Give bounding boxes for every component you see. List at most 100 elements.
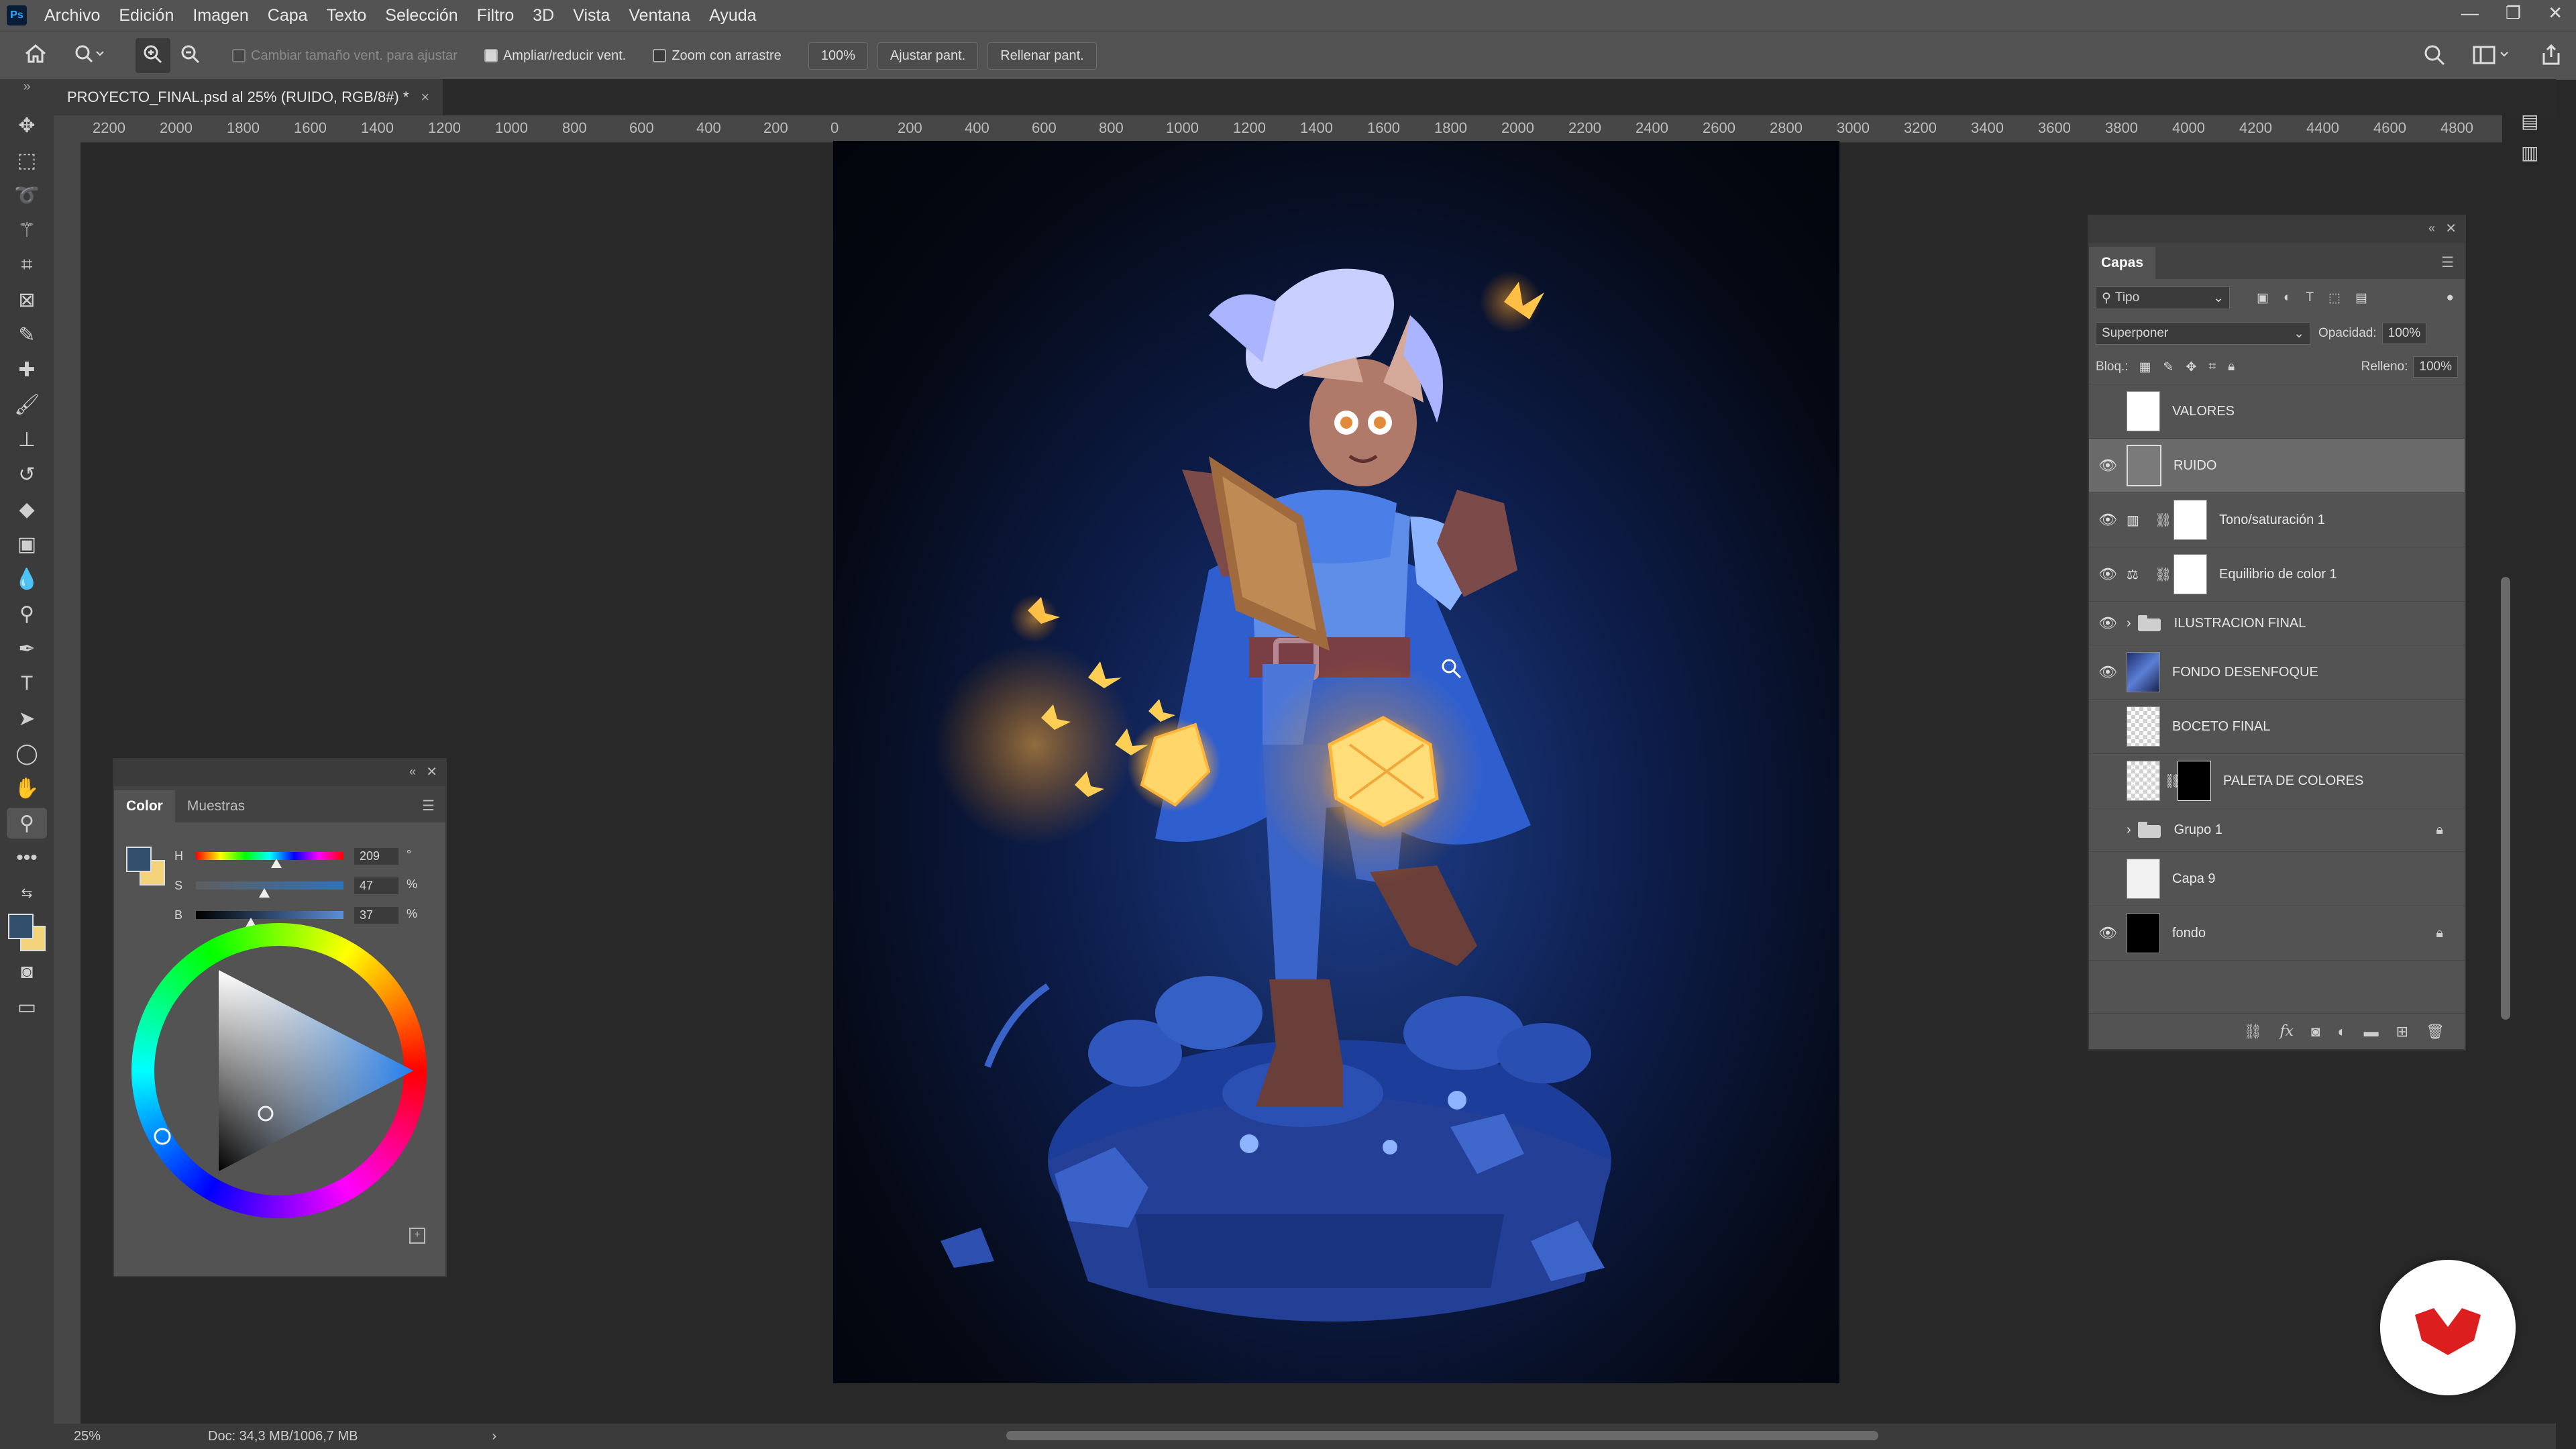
layer-boceto-final[interactable]: BOCETO FINAL [2089, 700, 2465, 754]
crop-tool-icon[interactable]: ⌗ [7, 250, 47, 280]
lock-position-icon[interactable]: ✥ [2186, 360, 2196, 375]
more-tools-icon[interactable]: ••• [7, 843, 47, 873]
filter-toggle-icon[interactable]: ● [2447, 290, 2454, 305]
eye-icon[interactable]: 👁︎ [2089, 566, 2127, 583]
brightness-slider[interactable] [196, 911, 343, 919]
color-triangle[interactable] [131, 923, 427, 1218]
new-adjustment-layer-icon[interactable]: ◐ [2337, 1023, 2346, 1040]
magic-wand-tool-icon[interactable]: ⚚ [7, 215, 47, 246]
delete-layer-icon[interactable]: 🗑︎ [2426, 1023, 2445, 1040]
foreground-color-swatch[interactable] [8, 914, 34, 939]
filter-smartobject-icon[interactable]: ▤ [2355, 290, 2367, 306]
close-panel-icon[interactable]: ✕ [426, 763, 437, 780]
menu-edicion[interactable]: Edición [109, 6, 183, 25]
close-window-button[interactable]: ✕ [2548, 3, 2563, 23]
chain-link-icon[interactable]: ⛓︎ [2164, 773, 2181, 790]
menu-imagen[interactable]: Imagen [183, 6, 258, 25]
opacity-field[interactable]: 100% [2381, 323, 2427, 344]
healing-brush-tool-icon[interactable]: ✚ [7, 354, 47, 385]
document-tab[interactable]: PROYECTO_FINAL.psd al 25% (RUIDO, RGB/8#… [54, 79, 443, 115]
chain-link-icon[interactable]: ⛓︎ [2155, 512, 2171, 529]
marquee-tool-icon[interactable]: ⬚ [7, 145, 47, 176]
panel-menu-icon[interactable]: ☰ [2441, 254, 2454, 271]
color-wheel[interactable] [131, 923, 427, 1218]
tab-swatches[interactable]: Muestras [175, 790, 257, 822]
add-swatch-icon[interactable]: + [409, 1228, 425, 1244]
layer-valores[interactable]: VALORES [2089, 384, 2465, 439]
horizontal-scrollbar[interactable] [1006, 1431, 1878, 1440]
color-swatches[interactable] [7, 912, 47, 953]
lock-image-icon[interactable]: ✎ [2163, 360, 2174, 375]
menu-ayuda[interactable]: Ayuda [700, 6, 765, 25]
saturation-slider-thumb[interactable] [259, 888, 270, 898]
zoom-level[interactable]: 25% [74, 1429, 181, 1444]
fill-screen-button[interactable]: Rellenar pant. [987, 42, 1097, 70]
layer-filter-select[interactable]: ⚲ Tipo ⌄ [2096, 286, 2230, 309]
tab-layers[interactable]: Capas [2089, 247, 2156, 279]
filter-adjustment-icon[interactable]: ◐ [2284, 290, 2291, 305]
zoom-out-icon[interactable] [180, 44, 201, 68]
type-tool-icon[interactable]: T [7, 668, 47, 699]
chevron-right-icon[interactable]: › [2127, 616, 2131, 631]
layer-capa-9[interactable]: Capa 9 [2089, 852, 2465, 906]
clone-stamp-tool-icon[interactable]: ⊥ [7, 424, 47, 455]
dodge-tool-icon[interactable]: ⚲ [7, 598, 47, 629]
new-group-icon[interactable]: ▬ [2364, 1023, 2379, 1040]
hand-tool-icon[interactable]: ✋ [7, 773, 47, 804]
history-brush-tool-icon[interactable]: ↺ [7, 459, 47, 490]
zoom-tool-icon[interactable]: ⚲ [7, 808, 47, 839]
brightness-value[interactable]: 37 [354, 907, 398, 924]
document-canvas[interactable] [833, 141, 1839, 1383]
status-chevron-icon[interactable]: › [492, 1429, 496, 1444]
layer-group-grupo-1[interactable]: › Grupo 1 🔒︎ [2089, 808, 2465, 852]
scrubby-zoom-checkbox[interactable] [653, 49, 667, 62]
blur-tool-icon[interactable]: 💧 [7, 564, 47, 594]
chain-link-icon[interactable]: ⛓︎ [2155, 566, 2171, 583]
close-tab-icon[interactable]: × [421, 89, 429, 106]
eye-icon[interactable]: 👁︎ [2089, 511, 2127, 529]
panel-menu-icon[interactable]: ☰ [422, 798, 435, 814]
layer-fondo[interactable]: 👁︎ fondo 🔒︎ [2089, 906, 2465, 961]
layer-group-ilustracion-final[interactable]: 👁︎ › ILUSTRACION FINAL [2089, 602, 2465, 645]
collapse-panel-icon[interactable]: « [409, 765, 416, 779]
filter-pixel-icon[interactable]: ▣ [2257, 290, 2269, 306]
new-layer-icon[interactable]: ⊞ [2396, 1023, 2408, 1040]
eye-icon[interactable]: 👁︎ [2089, 614, 2127, 632]
eyedropper-tool-icon[interactable]: ✎ [7, 319, 47, 350]
swap-colors-icon[interactable]: ⇆ [7, 877, 47, 908]
eye-icon[interactable]: 👁︎ [2089, 457, 2127, 474]
pen-tool-icon[interactable]: ✒ [7, 633, 47, 664]
zoom-value-field[interactable]: 100% [808, 42, 868, 70]
search-icon[interactable] [2423, 44, 2446, 70]
chevron-right-icon[interactable]: › [2127, 822, 2131, 838]
layer-equilibrio-color[interactable]: 👁︎ ⚖︎ ⛓︎ Equilibrio de color 1 [2089, 547, 2465, 602]
tab-color[interactable]: Color [114, 790, 175, 822]
home-icon[interactable] [24, 44, 47, 68]
lock-all-icon[interactable]: 🔒︎ [2228, 360, 2235, 374]
gradient-tool-icon[interactable]: ▣ [7, 529, 47, 559]
blend-mode-select[interactable]: Superponer ⌄ [2096, 322, 2310, 345]
foreground-color-swatch-panel[interactable] [126, 847, 152, 872]
eye-icon[interactable]: 👁︎ [2089, 663, 2127, 681]
hue-value[interactable]: 209 [354, 848, 398, 865]
path-selection-tool-icon[interactable]: ➤ [7, 703, 47, 734]
libraries-panel-icon[interactable]: ▥ [2521, 142, 2548, 164]
saturation-value[interactable]: 47 [354, 877, 398, 894]
fill-field[interactable]: 100% [2413, 356, 2458, 378]
share-icon[interactable] [2540, 44, 2563, 70]
properties-panel-icon[interactable]: ▤ [2521, 110, 2548, 132]
menu-archivo[interactable]: Archivo [35, 6, 109, 25]
lock-artboard-icon[interactable]: ⌗ [2208, 360, 2216, 374]
menu-seleccion[interactable]: Selección [376, 6, 467, 25]
ellipse-tool-icon[interactable]: ◯ [7, 738, 47, 769]
layer-ruido[interactable]: 👁︎ RUIDO [2089, 439, 2465, 493]
close-panel-icon[interactable]: ✕ [2445, 220, 2457, 237]
menu-vista[interactable]: Vista [564, 6, 619, 25]
resize-windows-checkbox[interactable] [232, 49, 246, 62]
collapse-panel-icon[interactable]: « [2428, 221, 2435, 235]
lock-transparent-icon[interactable]: ▦ [2139, 360, 2151, 375]
layer-tono-saturacion[interactable]: 👁︎ ▥ ⛓︎ Tono/saturación 1 [2089, 493, 2465, 547]
menu-capa[interactable]: Capa [258, 6, 317, 25]
menu-ventana[interactable]: Ventana [619, 6, 700, 25]
zoom-resize-checkbox[interactable] [484, 49, 498, 62]
